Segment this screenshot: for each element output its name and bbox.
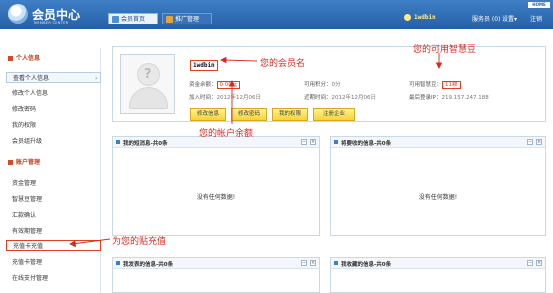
recent-info: 近期时间：2012年12月06日 [304, 93, 376, 101]
close-icon[interactable]: × [536, 260, 542, 266]
sidebar-item-remittance[interactable]: 汇款确认 [6, 210, 101, 221]
panel-title: 将要收的信息-共0条 [341, 141, 392, 147]
change-password-button[interactable]: 修改密码 [231, 108, 267, 121]
panel-title: 我的短消息-共0条 [123, 141, 168, 147]
settings-link[interactable]: 设置▾ [502, 14, 517, 23]
settings-label: 设置 [502, 16, 515, 23]
recent-label: 近期时间： [304, 95, 332, 101]
panel-title: 我收藏的信息-共0条 [341, 262, 392, 268]
sidebar-item-change-password[interactable]: 修改密码 [6, 104, 101, 115]
sidebar-item-card-recharge[interactable]: 充值卡充值 [6, 240, 101, 251]
panel-icon [334, 140, 338, 144]
main-content: ? 1wdbin 资金余额： 0.00元 可用积分：0分 可用智慧豆： 11颗 加入… [108, 38, 553, 293]
sidebar-item-upgrade[interactable]: 会员组升级 [6, 136, 101, 147]
balance-info: 资金余额： 0.00元 [189, 80, 241, 89]
join-value: 2012年12月06日 [216, 95, 262, 101]
panel-my-favorites: 我收藏的信息-共0条 − × [330, 257, 546, 293]
sidebar: 个人信息 查看个人信息 › 修改个人信息 修改密码 我的权限 会员组升级 账户管… [6, 48, 101, 293]
close-icon[interactable]: × [310, 139, 316, 145]
annotation-recharge: 为您的贴充值 [112, 237, 167, 247]
points-value: 0分 [331, 82, 341, 88]
sidebar-item-card-manage[interactable]: 充值卡管理 [6, 257, 101, 268]
tab-promotion[interactable]: 推广管理 [162, 13, 212, 24]
panel-header: 我收藏的信息-共0条 − × [331, 258, 545, 269]
panel-icon [116, 261, 120, 265]
register-company-button[interactable]: 注册企业 [313, 108, 355, 121]
balance-label: 资金余额： [189, 82, 217, 88]
section-personal-info: 个人信息 [6, 54, 101, 63]
panel-title: 我发表的信息-共0条 [123, 262, 174, 268]
sidebar-item-validity[interactable]: 有效期管理 [6, 226, 101, 237]
edit-info-button[interactable]: 修改信息 [190, 108, 226, 121]
question-mark-icon: ? [144, 67, 152, 82]
last-login-value: 219.157.247.188 [441, 95, 489, 101]
service-link[interactable]: 服务员 (0) [472, 14, 500, 23]
last-login-label: 最后登录IP： [409, 95, 442, 101]
logo-icon [8, 4, 28, 24]
empty-message: 没有任何数据! [418, 194, 458, 201]
logout-link[interactable]: 注销 [530, 14, 542, 23]
sidebar-item-label: 查看个人信息 [13, 75, 50, 82]
tab-label: 会员首页 [121, 16, 146, 23]
minimize-icon[interactable]: − [301, 260, 307, 266]
minimize-icon[interactable]: − [301, 139, 307, 145]
avatar: ? [120, 54, 175, 114]
profile-card: ? 1wdbin 资金余额： 0.00元 可用积分：0分 可用智慧豆： 11颗 加入… [112, 46, 546, 122]
beans-label: 可用智慧豆： [409, 82, 443, 88]
sidebar-item-online-payment[interactable]: 在线支付管理 [6, 273, 101, 284]
recent-value: 2012年12月06日 [331, 95, 377, 101]
minimize-icon[interactable]: − [527, 139, 533, 145]
panel-my-posts: 我发表的信息-共0条 − × [112, 257, 320, 293]
last-login-info: 最后登录IP：219.157.247.188 [409, 93, 489, 101]
header-username[interactable]: 1wdbin [414, 14, 436, 21]
beans-value: 11颗 [442, 81, 461, 89]
annotation-balance: 您的帐户余额 [199, 129, 254, 139]
balance-value: 0.00元 [216, 81, 241, 89]
chevron-right-icon: › [95, 75, 98, 82]
user-icon [404, 14, 411, 21]
close-icon[interactable]: × [310, 260, 316, 266]
panel-icon [116, 140, 120, 144]
section-title: 个人信息 [16, 55, 41, 62]
avatar-body [129, 87, 168, 109]
sidebar-item-funds[interactable]: 资金管理 [6, 178, 101, 189]
sidebar-item-permissions[interactable]: 我的权限 [6, 120, 101, 131]
points-label: 可用积分： [304, 82, 332, 88]
close-icon[interactable]: × [536, 139, 542, 145]
section-title: 账户管理 [16, 159, 41, 166]
section-icon [8, 56, 13, 61]
sidebar-item-view-info[interactable]: 查看个人信息 › [6, 72, 101, 83]
logo-subtitle: MEMBER CENTER [34, 21, 69, 25]
annotation-member-name: 您的会员名 [260, 59, 306, 69]
section-icon [8, 160, 13, 165]
my-permissions-button[interactable]: 我的权限 [272, 108, 308, 121]
panel-header: 我发表的信息-共0条 − × [113, 258, 319, 269]
home-icon [112, 16, 119, 23]
minimize-icon[interactable]: − [527, 260, 533, 266]
panel-my-messages: 我的短消息-共0条 − × 没有任何数据! [112, 136, 320, 236]
top-header: 会员中心 MEMBER CENTER 会员首页 推广管理 1wdbin 服务员 … [0, 0, 553, 29]
beans-info: 可用智慧豆： 11颗 [409, 80, 461, 89]
panel-icon [334, 261, 338, 265]
profile-username: 1wdbin [190, 60, 218, 71]
chevron-down-icon: ▾ [514, 16, 518, 23]
promotion-icon [166, 16, 173, 23]
sidebar-item-edit-info[interactable]: 修改个人信息 [6, 88, 101, 99]
home-badge[interactable]: HOME [528, 2, 550, 8]
join-label: 加入时间： [189, 95, 217, 101]
sidebar-item-beans[interactable]: 智慧豆管理 [6, 194, 101, 205]
tab-label: 推广管理 [175, 16, 200, 23]
annotation-beans: 您的可用智慧豆 [413, 45, 477, 55]
panel-header: 将要收的信息-共0条 − × [331, 137, 545, 148]
section-account-management: 账户管理 [6, 158, 101, 167]
points-info: 可用积分：0分 [304, 80, 341, 88]
empty-message: 没有任何数据! [196, 194, 236, 201]
tab-member-home[interactable]: 会员首页 [108, 13, 158, 24]
panel-incoming-messages: 将要收的信息-共0条 − × 没有任何数据! [330, 136, 546, 236]
join-info: 加入时间：2012年12月06日 [189, 93, 261, 101]
